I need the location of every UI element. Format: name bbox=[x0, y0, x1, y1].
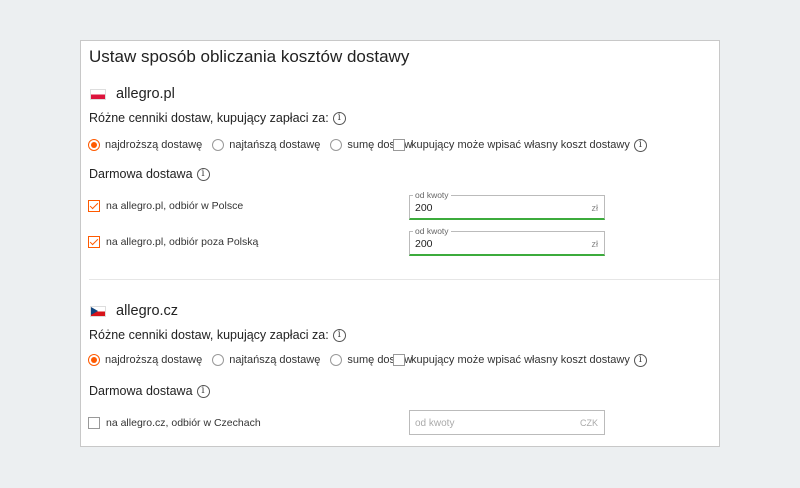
free-delivery-label-row: Darmowa dostawa i bbox=[89, 384, 210, 398]
info-icon[interactable]: i bbox=[196, 167, 210, 181]
free-delivery-czech-label: na allegro.cz, odbiór w Czechach bbox=[106, 417, 261, 429]
site-header: allegro.cz bbox=[90, 303, 178, 319]
radio-label: najtańszą dostawę bbox=[229, 139, 321, 151]
free-delivery-czech-amount-input[interactable]: od kwoty CZK bbox=[409, 410, 605, 435]
info-icon[interactable]: i bbox=[633, 353, 647, 367]
pricing-label: Różne cenniki dostaw, kupujący zapłaci z… bbox=[89, 111, 329, 125]
currency-unit: zł bbox=[591, 203, 599, 213]
own-cost-label: kupujący może wpisać własny koszt dostaw… bbox=[411, 139, 630, 151]
own-cost-checkbox[interactable] bbox=[393, 354, 405, 366]
own-cost-option[interactable]: kupujący może wpisać własny koszt dostaw… bbox=[393, 353, 647, 367]
info-icon[interactable]: i bbox=[332, 111, 346, 125]
radio-most-expensive[interactable]: najdroższą dostawę bbox=[88, 139, 202, 151]
free-delivery-czech-option[interactable]: na allegro.cz, odbiór w Czechach bbox=[88, 417, 261, 429]
own-cost-option[interactable]: kupujący może wpisać własny koszt dostaw… bbox=[393, 138, 647, 152]
field-legend: od kwoty bbox=[413, 190, 451, 200]
shipping-cost-settings-card: Ustaw sposób obliczania kosztów dostawy … bbox=[80, 40, 720, 447]
radio-button[interactable] bbox=[88, 139, 100, 151]
field-value[interactable]: 200 bbox=[415, 238, 433, 250]
free-delivery-label-row: Darmowa dostawa i bbox=[89, 167, 210, 181]
field-placeholder: od kwoty bbox=[415, 418, 455, 429]
pricing-label-row: Różne cenniki dostaw, kupujący zapłaci z… bbox=[89, 111, 346, 125]
radio-button[interactable] bbox=[212, 139, 225, 151]
currency-unit: CZK bbox=[580, 418, 598, 428]
free-delivery-poland-label: na allegro.pl, odbiór w Polsce bbox=[106, 200, 244, 212]
free-delivery-poland-option[interactable]: na allegro.pl, odbiór w Polsce bbox=[88, 200, 243, 212]
radio-button[interactable] bbox=[212, 354, 225, 366]
czech-flag-icon bbox=[90, 305, 106, 317]
radio-button[interactable] bbox=[88, 354, 100, 366]
info-icon[interactable]: i bbox=[332, 328, 346, 342]
field-value[interactable]: 200 bbox=[415, 202, 433, 214]
site-name: allegro.pl bbox=[116, 86, 175, 102]
pricing-options: najdroższą dostawę najtańszą dostawę sum… bbox=[88, 137, 647, 153]
pricing-label-row: Różne cenniki dostaw, kupujący zapłaci z… bbox=[89, 328, 346, 342]
free-delivery-abroad-label: na allegro.pl, odbiór poza Polską bbox=[106, 236, 259, 248]
site-header: allegro.pl bbox=[90, 86, 175, 102]
free-delivery-label: Darmowa dostawa bbox=[89, 384, 193, 398]
free-delivery-abroad-checkbox[interactable] bbox=[88, 236, 100, 248]
free-delivery-poland-amount-input[interactable]: od kwoty 200 zł bbox=[409, 190, 605, 220]
radio-label: najdroższą dostawę bbox=[105, 354, 203, 366]
field-legend: od kwoty bbox=[413, 226, 451, 236]
free-delivery-abroad-option[interactable]: na allegro.pl, odbiór poza Polską bbox=[88, 236, 258, 248]
info-icon[interactable]: i bbox=[196, 384, 210, 398]
page-title: Ustaw sposób obliczania kosztów dostawy bbox=[89, 47, 410, 66]
free-delivery-label: Darmowa dostawa bbox=[89, 167, 193, 181]
site-name: allegro.cz bbox=[116, 303, 179, 319]
radio-label: najtańszą dostawę bbox=[229, 354, 321, 366]
pricing-options: najdroższą dostawę najtańszą dostawę sum… bbox=[88, 352, 647, 368]
own-cost-label: kupujący może wpisać własny koszt dostaw… bbox=[411, 354, 630, 366]
currency-unit: zł bbox=[591, 239, 599, 249]
free-delivery-poland-checkbox[interactable] bbox=[88, 200, 100, 212]
radio-button[interactable] bbox=[330, 354, 343, 366]
info-icon[interactable]: i bbox=[633, 138, 647, 152]
free-delivery-czech-checkbox[interactable] bbox=[88, 417, 100, 429]
radio-button[interactable] bbox=[330, 139, 343, 151]
radio-cheapest[interactable]: najtańszą dostawę bbox=[212, 354, 320, 366]
poland-flag-icon bbox=[90, 88, 106, 100]
free-delivery-abroad-amount-input[interactable]: od kwoty 200 zł bbox=[409, 226, 605, 256]
pricing-label: Różne cenniki dostaw, kupujący zapłaci z… bbox=[89, 328, 329, 342]
own-cost-checkbox[interactable] bbox=[393, 139, 405, 151]
section-divider bbox=[89, 279, 719, 280]
radio-most-expensive[interactable]: najdroższą dostawę bbox=[88, 354, 202, 366]
radio-label: najdroższą dostawę bbox=[105, 139, 203, 151]
radio-cheapest[interactable]: najtańszą dostawę bbox=[212, 139, 320, 151]
